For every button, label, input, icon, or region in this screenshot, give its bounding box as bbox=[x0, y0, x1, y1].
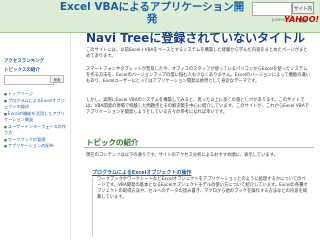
sidebar-item-ui[interactable]: ユーザーインターフェースの作り方 bbox=[4, 124, 66, 137]
sidebar-nav: トップページ プログラムによるExcelオブジェクトの操作 Excelの機能を活… bbox=[4, 91, 66, 150]
sidebar-search-input[interactable] bbox=[4, 75, 54, 85]
site-search-button[interactable]: サイト内検索 bbox=[292, 2, 314, 23]
yahoo-logo[interactable]: YAHOO! bbox=[284, 15, 319, 24]
topic-intro: 現在のコンテンツは以下の通りです。サイトのアクセス分析によるおすすめ順に、表示し… bbox=[86, 153, 278, 158]
sidebar-item-objects[interactable]: プログラムによるExcelオブジェクトの操作 bbox=[4, 98, 66, 111]
sidebar-item-distribution[interactable]: アプリケーションの配布 bbox=[4, 143, 66, 150]
sidebar-item-excel-features[interactable]: Excelの機能を活用したアプリケーション開発 bbox=[4, 111, 66, 124]
header-search: サイト内検索 bbox=[252, 2, 314, 23]
page-title: Navi Treeに登録されていないタイトル bbox=[86, 31, 305, 45]
intro-paragraph: このサイトには、以前Excel＋VBAをベースとするシステムを構築した経験から学… bbox=[86, 48, 308, 59]
sidebar-label-topics: トピックスの紹介 bbox=[4, 68, 40, 73]
topic-link-objects[interactable]: プログラムによるExcelオブジェクトの操作 bbox=[92, 169, 191, 176]
purpose-paragraph: しかし、実際にExcel VBAのシステムを構築してみると、思った以上に多くの落… bbox=[86, 98, 309, 115]
topic-description-box: ワークブックやワークシートなどExcelオブジェクトをアプリケーションとのように… bbox=[92, 177, 311, 237]
sidebar: アクセスランキング トピックスの紹介 検索 トップページ プログラムによるExc… bbox=[0, 33, 71, 240]
topic-description: ワークブックやワークシートなどExcelオブジェクトをアプリケーションとのように… bbox=[97, 177, 308, 200]
search-input[interactable] bbox=[252, 2, 292, 16]
section-divider bbox=[84, 147, 314, 148]
sidebar-search-button[interactable]: 検索 bbox=[50, 75, 64, 83]
sidebar-label-ranking: アクセスランキング bbox=[4, 59, 45, 64]
background-paragraph: スマートフォンやタブレットが普及した今、オフィスのスタッフが使っているパソコンか… bbox=[86, 67, 311, 84]
site-title[interactable]: Excel VBAによるアプリケーション開発 bbox=[58, 1, 246, 25]
